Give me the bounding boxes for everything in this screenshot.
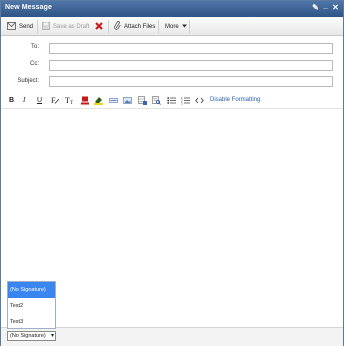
toolbar-divider <box>158 20 159 33</box>
delete-icon <box>95 21 103 32</box>
save-as-draft-label: Save as Draft <box>53 23 90 30</box>
chevron-down-icon: ▾ <box>50 333 54 339</box>
horizontal-rule-icon[interactable] <box>109 96 118 105</box>
send-label: Send <box>19 23 34 30</box>
cc-field[interactable] <box>49 60 333 71</box>
underline-button[interactable]: U <box>37 96 42 105</box>
source-code-icon[interactable] <box>195 96 204 105</box>
signature-select-value: (No Signature) <box>10 333 46 339</box>
toolbar-divider <box>189 20 190 33</box>
cc-label: Cc: <box>30 61 39 67</box>
paperclip-icon <box>114 21 121 32</box>
to-label: To: <box>30 44 39 50</box>
compose-window: New Message ✎ _ ✕ Send Save as Draft Att… <box>0 0 344 346</box>
attach-files-label: Attach Files <box>124 23 156 30</box>
subject-label: Subject: <box>17 78 39 84</box>
save-as-draft-button[interactable]: Save as Draft <box>42 20 89 33</box>
toolbar-divider <box>37 20 38 33</box>
to-field[interactable] <box>49 43 333 54</box>
disable-formatting-link[interactable]: Disable Formatting <box>210 96 260 105</box>
minimize-icon[interactable]: _ <box>321 1 330 11</box>
more-button[interactable]: More <box>165 20 187 33</box>
pin-icon[interactable]: ✎ <box>311 3 320 13</box>
delete-button[interactable] <box>95 20 103 33</box>
insert-image-icon[interactable] <box>123 96 132 105</box>
subject-field[interactable] <box>49 76 333 87</box>
signature-option[interactable]: Test2 <box>8 298 55 314</box>
signature-option[interactable]: (No Signature) <box>8 282 55 298</box>
send-icon <box>7 21 16 32</box>
italic-button[interactable]: I <box>23 96 25 105</box>
signature-dropdown: (No Signature) Test2 Test3 <box>7 281 56 329</box>
numbered-list-icon[interactable]: 123 <box>181 96 190 105</box>
window-title: New Message <box>5 4 53 11</box>
compose-toolbar: Send Save as Draft Attach Files More <box>1 17 343 36</box>
send-button[interactable]: Send <box>7 20 33 33</box>
find-replace-icon[interactable] <box>152 96 161 105</box>
font-size-icon[interactable]: TT <box>65 96 75 106</box>
toolbar-divider <box>108 20 109 33</box>
text-color-icon[interactable] <box>81 96 89 105</box>
caret-down-icon <box>181 24 187 30</box>
formatting-toolbar: B I U F TT 123 Disable Formatting <box>1 91 343 109</box>
title-bar: New Message ✎ _ ✕ <box>1 1 343 17</box>
header-fields: To: Cc: Subject: <box>1 37 343 91</box>
font-icon[interactable]: F <box>51 96 60 105</box>
more-label: More <box>165 23 179 30</box>
highlight-icon[interactable] <box>94 96 103 105</box>
svg-text:3: 3 <box>181 101 183 105</box>
close-icon[interactable]: ✕ <box>331 3 340 13</box>
bullet-list-icon[interactable] <box>167 96 176 105</box>
save-icon <box>42 21 50 32</box>
attach-files-button[interactable]: Attach Files <box>114 20 155 33</box>
svg-text:T: T <box>70 101 73 105</box>
insert-table-icon[interactable] <box>138 96 147 105</box>
bold-button[interactable]: B <box>9 96 14 105</box>
signature-option[interactable]: Test3 <box>8 314 55 330</box>
signature-select[interactable]: (No Signature) ▾ <box>7 331 56 341</box>
